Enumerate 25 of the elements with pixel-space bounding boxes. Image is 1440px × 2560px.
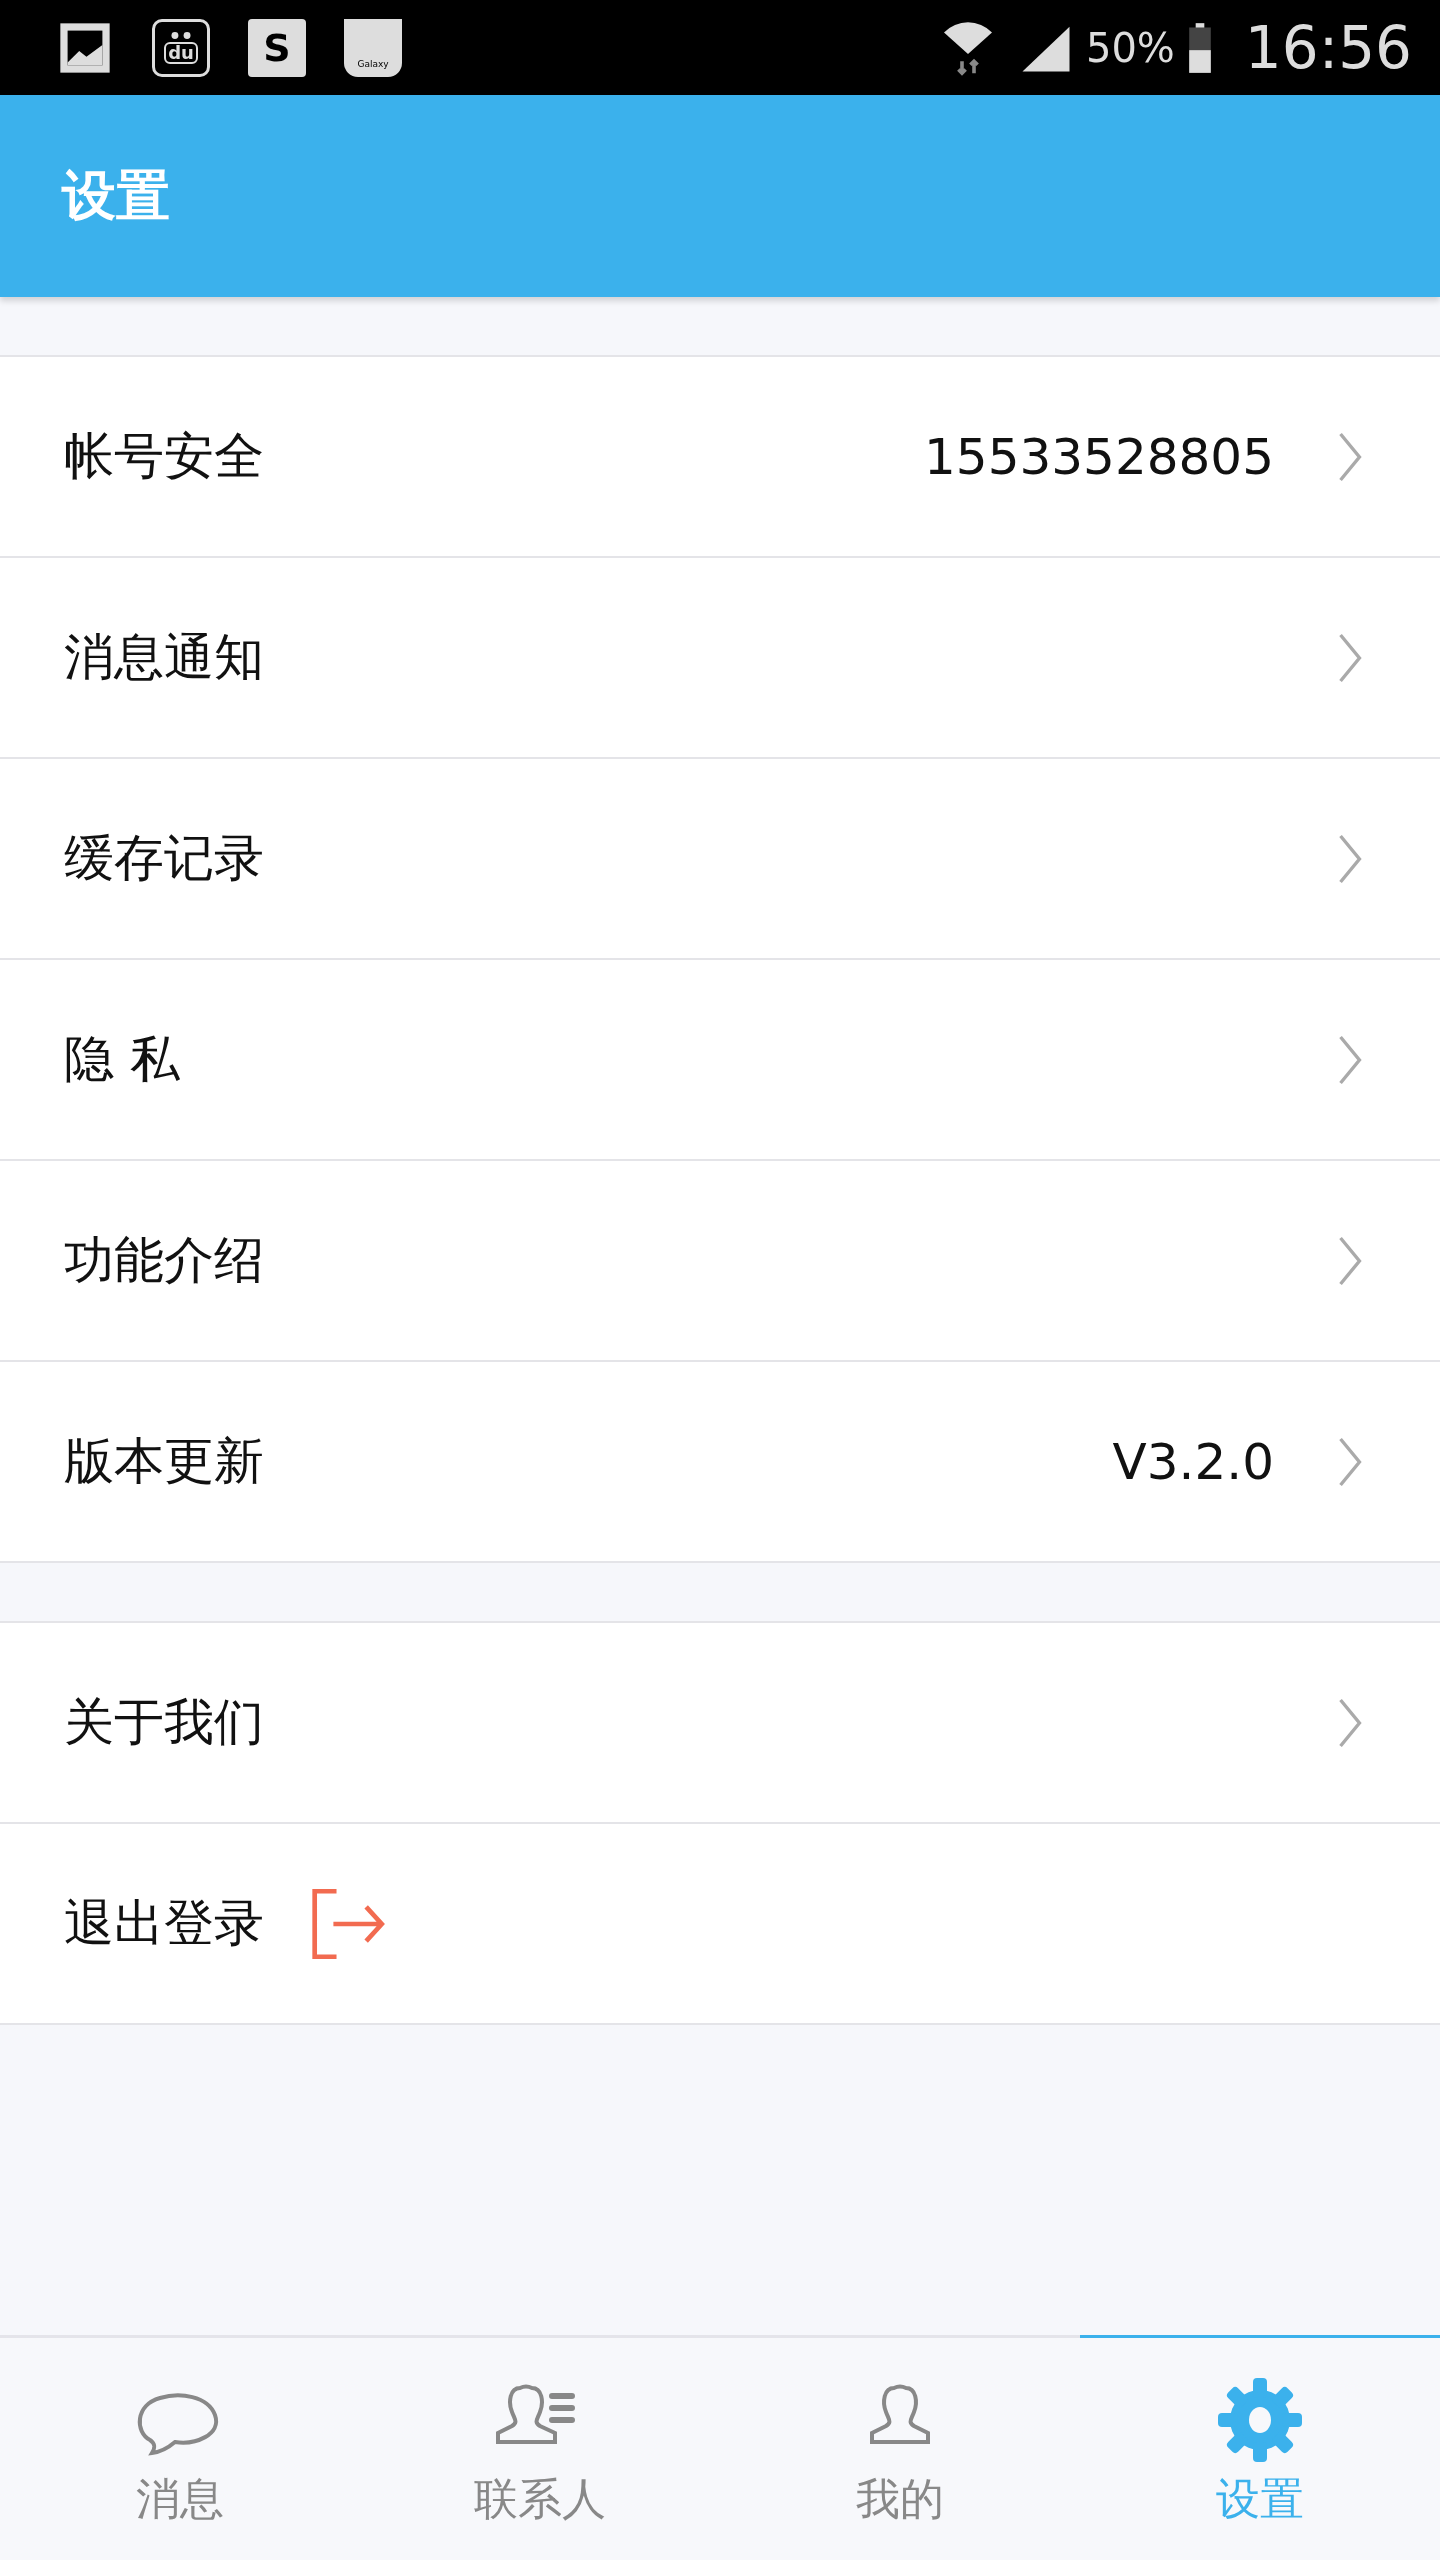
settings-row[interactable]: 隐 私 <box>0 960 1440 1161</box>
s-icon: S <box>248 18 306 77</box>
settings-row[interactable]: 退出登录 <box>0 1824 1440 2025</box>
row-label: 退出登录 <box>64 1893 264 1954</box>
settings-row[interactable]: 消息通知 <box>0 558 1440 759</box>
battery-icon <box>1186 20 1213 75</box>
settings-row[interactable]: 关于我们 <box>0 1623 1440 1824</box>
settings-row[interactable]: 功能介绍 <box>0 1161 1440 1362</box>
paw-icon: du <box>152 18 210 77</box>
clock: 16:56 <box>1244 13 1412 82</box>
row-label: 关于我们 <box>64 1692 264 1753</box>
row-label: 版本更新 <box>64 1431 264 1492</box>
bag-icon: Galaxy <box>344 18 402 77</box>
settings-row[interactable]: 版本更新 V3.2.0 <box>0 1362 1440 1563</box>
row-value: V3.2.0 <box>1112 1432 1274 1491</box>
row-label: 消息通知 <box>64 627 264 688</box>
settings-row[interactable]: 帐号安全 15533528805 <box>0 357 1440 558</box>
battery-percent: 50% <box>1085 24 1175 71</box>
row-label: 功能介绍 <box>64 1230 264 1291</box>
row-value: 15533528805 <box>924 427 1274 486</box>
settings-row[interactable]: 缓存记录 <box>0 759 1440 960</box>
row-label: 缓存记录 <box>64 828 264 889</box>
page-title: 设置 <box>62 162 170 229</box>
row-label: 隐 私 <box>64 1029 180 1090</box>
row-label: 帐号安全 <box>64 426 264 487</box>
